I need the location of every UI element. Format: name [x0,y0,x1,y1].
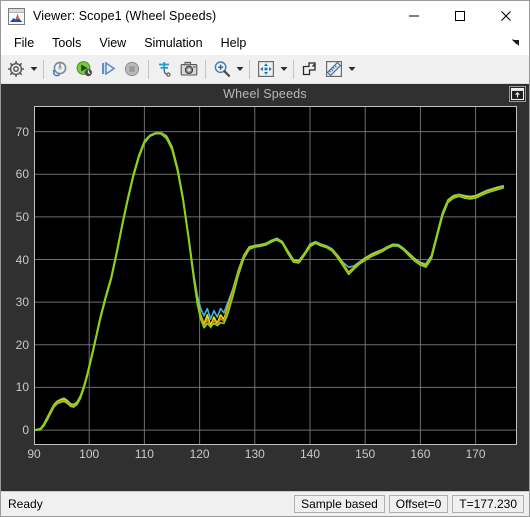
x-tick-label: 100 [79,447,100,461]
run-back-to-start-icon[interactable] [48,57,72,81]
matlab-scope-icon [8,7,25,25]
autoscale-dropdown-arrow-icon[interactable] [278,58,289,80]
toolbar-separator [43,59,44,79]
y-axis-labels: 0 10 20 30 40 50 60 70 [1,106,29,445]
toolbar-separator [148,59,149,79]
run-play-icon[interactable] [72,57,96,81]
menu-tools[interactable]: Tools [43,33,90,54]
status-time[interactable]: T=177.230 [452,495,524,513]
menubar: File Tools View Simulation Help [1,31,529,55]
window-controls [391,1,529,31]
plot-canvas[interactable] [34,106,517,445]
scope-viewer-window: Viewer: Scope1 (Wheel Speeds) File Tools… [0,0,530,517]
toolbar-separator [293,59,294,79]
zoom-in-magnifier-icon[interactable] [210,57,234,81]
menu-help[interactable]: Help [212,33,256,54]
autoscale-fit-icon[interactable] [254,57,278,81]
float-maximize-axes-icon[interactable] [509,86,526,102]
status-text: Ready [8,497,43,511]
menu-file[interactable]: File [5,33,43,54]
x-tick-label: 130 [244,447,265,461]
x-tick-label: 140 [299,447,321,461]
measurements-dropdown-arrow-icon[interactable] [346,58,357,80]
y-tick-label: 10 [15,380,29,395]
chevron-overflow-icon[interactable] [509,36,523,50]
measurements-ruler-icon[interactable] [322,57,346,81]
toolbar [1,55,529,84]
toolbar-separator [205,59,206,79]
statusbar: Ready Sample based Offset=0 T=177.230 [1,491,529,516]
y-tick-label: 60 [15,167,29,182]
minimize-button[interactable] [391,1,437,31]
maximize-button[interactable] [437,1,483,31]
stop-icon[interactable] [120,57,144,81]
y-tick-label: 0 [22,423,29,438]
x-tick-label: 160 [410,447,431,461]
x-tick-label: 90 [27,447,41,461]
window-title: Viewer: Scope1 (Wheel Speeds) [33,9,217,23]
plot-svg [34,106,517,445]
menu-view[interactable]: View [90,33,135,54]
snapshot-camera-icon[interactable] [177,57,201,81]
x-tick-label: 170 [465,447,486,461]
configuration-properties-gear-icon[interactable] [4,57,28,81]
signal-selector-icon[interactable] [153,57,177,81]
cursor-measurement-icon[interactable] [298,57,322,81]
close-button[interactable] [483,1,529,31]
status-offset[interactable]: Offset=0 [388,495,449,513]
x-tick-label: 110 [134,447,154,461]
x-tick-label: 150 [355,447,376,461]
y-tick-label: 70 [15,124,29,139]
y-tick-label: 30 [15,295,29,310]
toolbar-separator [249,59,250,79]
x-axis-labels: 90 100 110 120 130 140 150 160 170 [27,446,517,464]
scope-plot-panel[interactable]: Wheel Speeds 0 10 20 30 40 50 60 70 90 100 110 120… [1,84,529,491]
y-tick-label: 50 [15,209,29,224]
menu-simulation[interactable]: Simulation [135,33,211,54]
configuration-dropdown-arrow-icon[interactable] [28,58,39,80]
window-titlebar: Viewer: Scope1 (Wheel Speeds) [1,1,529,31]
plot-title: Wheel Speeds [223,87,307,101]
status-frame-mode[interactable]: Sample based [294,495,385,513]
zoom-dropdown-arrow-icon[interactable] [234,58,245,80]
y-tick-label: 40 [15,252,29,267]
x-tick-label: 120 [189,447,210,461]
y-tick-label: 20 [15,337,29,352]
step-forward-icon[interactable] [96,57,120,81]
